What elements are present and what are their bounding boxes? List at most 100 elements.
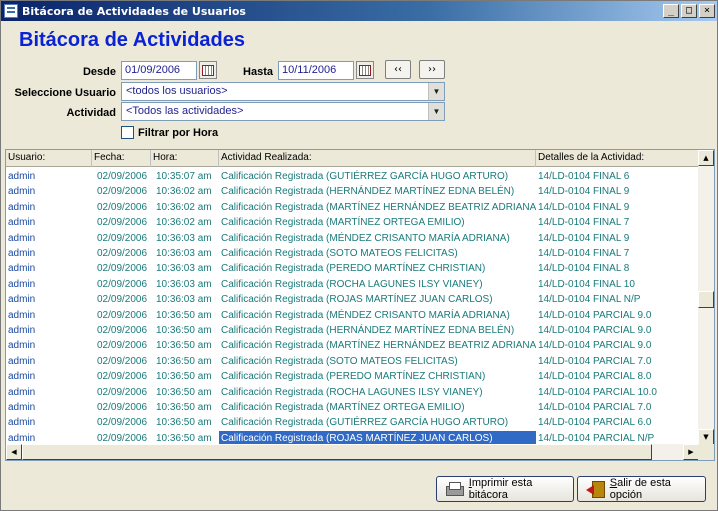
table-row[interactable]: admin 02/09/2006 10:36:03 am Calificación R… (6, 261, 699, 276)
cell-usuario[interactable]: admin (6, 200, 92, 215)
table-row[interactable]: admin 02/09/2006 10:36:50 am Calificación R… (6, 400, 699, 415)
column-header-detalles[interactable]: Detalles de la Actividad: (536, 150, 699, 167)
cell-actividad[interactable]: Calificación Registrada (PEREDO MARTÍNEZ… (219, 261, 536, 276)
cell-detalles[interactable]: 14/LD-0104 PARCIAL 6.0 (536, 415, 699, 430)
table-row[interactable]: admin 02/09/2006 10:36:02 am Calificación R… (6, 215, 699, 230)
cell-usuario[interactable]: admin (6, 323, 92, 338)
cell-detalles[interactable]: 14/LD-0104 PARCIAL 9.0 (536, 338, 699, 353)
filtrar-hora-checkbox[interactable] (121, 126, 134, 139)
cell-actividad[interactable]: Calificación Registrada (MÉNDEZ CRISANTO… (219, 308, 536, 323)
cell-fecha[interactable]: 02/09/2006 (92, 354, 151, 369)
cell-actividad[interactable]: Calificación Registrada (HERNÁNDEZ MARTÍ… (219, 323, 536, 338)
cell-hora[interactable]: 10:36:02 am (151, 215, 219, 230)
cell-hora[interactable]: 10:36:50 am (151, 308, 219, 323)
cell-actividad[interactable]: Calificación Registrada (SOTO MATEOS FEL… (219, 246, 536, 261)
vertical-scroll-thumb[interactable] (698, 291, 714, 308)
cell-fecha[interactable]: 02/09/2006 (92, 415, 151, 430)
dropdown-arrow-icon[interactable]: ▼ (428, 103, 444, 120)
cell-usuario[interactable]: admin (6, 292, 92, 307)
cell-hora[interactable]: 10:36:03 am (151, 292, 219, 307)
cell-actividad[interactable]: Calificación Registrada (MÉNDEZ CRISANTO… (219, 231, 536, 246)
cell-hora[interactable]: 10:36:02 am (151, 200, 219, 215)
cell-fecha[interactable]: 02/09/2006 (92, 292, 151, 307)
cell-detalles[interactable]: 14/LD-0104 FINAL 9 (536, 184, 699, 199)
table-row[interactable]: admin 02/09/2006 10:36:03 am Calificación R… (6, 231, 699, 246)
cell-fecha[interactable]: 02/09/2006 (92, 231, 151, 246)
table-row[interactable]: admin 02/09/2006 10:35:07 am Calificación R… (6, 169, 699, 184)
cell-detalles[interactable]: 14/LD-0104 FINAL 8 (536, 261, 699, 276)
horizontal-scroll-thumb[interactable] (22, 444, 652, 460)
cell-actividad[interactable]: Calificación Registrada (GUTIÉRREZ GARCÍ… (219, 415, 536, 430)
cell-actividad[interactable]: Calificación Registrada (MARTÍNEZ ORTEGA… (219, 400, 536, 415)
cell-usuario[interactable]: admin (6, 169, 92, 184)
scroll-right-button[interactable]: ▶ (683, 444, 699, 460)
cell-detalles[interactable]: 14/LD-0104 FINAL 10 (536, 277, 699, 292)
cell-fecha[interactable]: 02/09/2006 (92, 169, 151, 184)
column-header-actividad[interactable]: Actividad Realizada: (219, 150, 536, 167)
table-row[interactable]: admin 02/09/2006 10:36:50 am Calificación R… (6, 308, 699, 323)
cell-detalles[interactable]: 14/LD-0104 FINAL 6 (536, 169, 699, 184)
cell-detalles[interactable]: 14/LD-0104 FINAL 7 (536, 215, 699, 230)
cell-hora[interactable]: 10:36:50 am (151, 338, 219, 353)
cell-fecha[interactable]: 02/09/2006 (92, 277, 151, 292)
cell-detalles[interactable]: 14/LD-0104 PARCIAL 9.0 (536, 323, 699, 338)
print-log-button[interactable]: Imprimir esta bitácora (436, 476, 574, 502)
cell-hora[interactable]: 10:35:07 am (151, 169, 219, 184)
desde-date-field[interactable]: 01/09/2006 (121, 61, 197, 80)
cell-hora[interactable]: 10:36:50 am (151, 354, 219, 369)
exit-option-button[interactable]: Salir de esta opción (577, 476, 706, 502)
maximize-button[interactable]: □ (681, 4, 697, 18)
cell-hora[interactable]: 10:36:50 am (151, 415, 219, 430)
cell-hora[interactable]: 10:36:03 am (151, 231, 219, 246)
cell-hora[interactable]: 10:36:50 am (151, 400, 219, 415)
cell-hora[interactable]: 10:36:03 am (151, 277, 219, 292)
cell-actividad[interactable]: Calificación Registrada (ROCHA LAGUNES I… (219, 385, 536, 400)
cell-fecha[interactable]: 02/09/2006 (92, 338, 151, 353)
cell-hora[interactable]: 10:36:03 am (151, 261, 219, 276)
vertical-scrollbar[interactable]: ▲ ▼ (698, 150, 714, 445)
cell-usuario[interactable]: admin (6, 338, 92, 353)
table-row[interactable]: admin 02/09/2006 10:36:03 am Calificación R… (6, 246, 699, 261)
close-button[interactable]: × (699, 4, 715, 18)
cell-fecha[interactable]: 02/09/2006 (92, 385, 151, 400)
cell-fecha[interactable]: 02/09/2006 (92, 184, 151, 199)
cell-hora[interactable]: 10:36:50 am (151, 369, 219, 384)
cell-fecha[interactable]: 02/09/2006 (92, 246, 151, 261)
cell-detalles[interactable]: 14/LD-0104 FINAL 7 (536, 246, 699, 261)
hasta-calendar-button[interactable] (356, 61, 374, 79)
cell-fecha[interactable]: 02/09/2006 (92, 200, 151, 215)
table-row[interactable]: admin 02/09/2006 10:36:50 am Calificación R… (6, 369, 699, 384)
cell-fecha[interactable]: 02/09/2006 (92, 400, 151, 415)
cell-fecha[interactable]: 02/09/2006 (92, 369, 151, 384)
prev-period-button[interactable]: ‹‹ (385, 60, 411, 79)
cell-usuario[interactable]: admin (6, 308, 92, 323)
cell-detalles[interactable]: 14/LD-0104 PARCIAL 9.0 (536, 308, 699, 323)
cell-actividad[interactable]: Calificación Registrada (ROCHA LAGUNES I… (219, 277, 536, 292)
scroll-up-button[interactable]: ▲ (698, 150, 714, 166)
horizontal-scrollbar[interactable]: ◀ ▶ (6, 444, 699, 460)
table-row[interactable]: admin 02/09/2006 10:36:03 am Calificación R… (6, 277, 699, 292)
table-row[interactable]: admin 02/09/2006 10:36:50 am Calificación R… (6, 415, 699, 430)
cell-usuario[interactable]: admin (6, 400, 92, 415)
actividad-select[interactable]: <Todos las actividades> ▼ (121, 102, 445, 121)
table-row[interactable]: admin 02/09/2006 10:36:02 am Calificación R… (6, 200, 699, 215)
cell-usuario[interactable]: admin (6, 184, 92, 199)
cell-hora[interactable]: 10:36:02 am (151, 184, 219, 199)
cell-detalles[interactable]: 14/LD-0104 PARCIAL 7.0 (536, 354, 699, 369)
column-header-fecha[interactable]: Fecha: (92, 150, 151, 167)
activity-grid[interactable]: Usuario: Fecha: Hora: Actividad Realizad… (5, 149, 715, 461)
cell-actividad[interactable]: Calificación Registrada (ROJAS MARTÍNEZ … (219, 292, 536, 307)
scroll-left-button[interactable]: ◀ (6, 444, 22, 460)
cell-usuario[interactable]: admin (6, 261, 92, 276)
cell-fecha[interactable]: 02/09/2006 (92, 323, 151, 338)
minimize-button[interactable]: _ (663, 4, 679, 18)
next-period-button[interactable]: ›› (419, 60, 445, 79)
cell-actividad[interactable]: Calificación Registrada (PEREDO MARTÍNEZ… (219, 369, 536, 384)
cell-actividad[interactable]: Calificación Registrada (GUTIÉRREZ GARCÍ… (219, 169, 536, 184)
cell-hora[interactable]: 10:36:03 am (151, 246, 219, 261)
cell-detalles[interactable]: 14/LD-0104 PARCIAL 10.0 (536, 385, 699, 400)
cell-detalles[interactable]: 14/LD-0104 PARCIAL 7.0 (536, 400, 699, 415)
cell-usuario[interactable]: admin (6, 215, 92, 230)
cell-fecha[interactable]: 02/09/2006 (92, 261, 151, 276)
cell-usuario[interactable]: admin (6, 246, 92, 261)
